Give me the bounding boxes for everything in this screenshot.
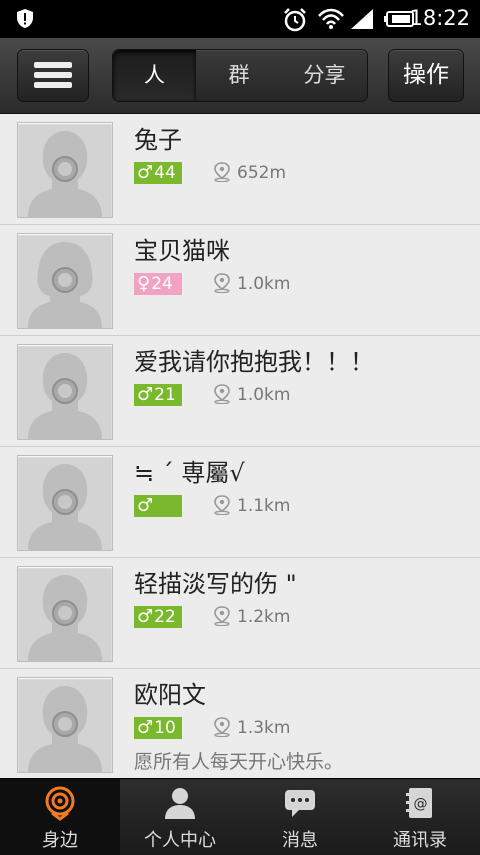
person-icon: [165, 788, 195, 819]
gender-age-badge: ♂: [134, 495, 182, 517]
nearby-people-list: 兔子 ♂44 652m 宝贝猫咪 ♀24 1.0km 爱我请你抱抱我！！！ ♂2…: [0, 114, 480, 778]
nearby-radar-icon: [45, 786, 75, 821]
age: 10: [154, 718, 176, 738]
distance: 1.2km: [213, 606, 290, 628]
svg-text:@: @: [414, 796, 428, 812]
location-pin-icon: [214, 384, 230, 404]
signal-icon: [351, 9, 373, 29]
location-pin-icon: [214, 495, 230, 515]
gender-age-badge: ♂21: [134, 384, 182, 406]
age: 24: [151, 274, 173, 294]
location-pin-icon: [214, 273, 230, 293]
male-icon: ♂: [137, 162, 154, 183]
bottom-nav: 身边 个人中心 消息 @ 通讯录: [0, 778, 480, 855]
male-avatar-placeholder-icon: [28, 353, 102, 439]
distance: 652m: [213, 162, 286, 184]
distance-value: 1.2km: [237, 607, 291, 627]
action-button[interactable]: 操作: [388, 49, 464, 102]
distance-value: 1.0km: [237, 274, 291, 294]
hamburger-menu-icon: [34, 62, 72, 68]
nav-label: 个人中心: [144, 830, 216, 851]
gender-age-badge: ♂22: [134, 606, 182, 628]
user-signature: 愿所有人每天开心快乐。: [134, 751, 344, 773]
gender-age-badge: ♀24: [134, 273, 182, 295]
distance-value: 1.1km: [237, 496, 291, 516]
list-item[interactable]: 爱我请你抱抱我！！！ ♂21 1.0km: [0, 336, 480, 447]
avatar: [17, 677, 113, 773]
distance: 1.0km: [213, 384, 290, 406]
nav-contacts[interactable]: @ 通讯录: [360, 779, 480, 855]
nav-nearby[interactable]: 身边: [0, 779, 120, 855]
user-name: 爱我请你抱抱我！！！: [134, 348, 374, 376]
location-pin-icon: [214, 162, 230, 182]
male-icon: ♂: [137, 384, 154, 405]
distance-value: 1.3km: [237, 718, 291, 738]
list-item[interactable]: 兔子 ♂44 652m: [0, 114, 480, 225]
status-bar: 18:22: [0, 0, 480, 38]
location-pin-icon: [214, 606, 230, 626]
list-item[interactable]: 欧阳文 ♂10 1.3km 愿所有人每天开心快乐。: [0, 669, 480, 778]
location-pin-icon: [214, 717, 230, 737]
avatar: [17, 233, 113, 329]
top-bar: 人 群 分享 操作: [0, 38, 480, 114]
male-avatar-placeholder-icon: [28, 575, 102, 661]
distance: 1.0km: [213, 273, 290, 295]
avatar: [17, 344, 113, 440]
tab-groups[interactable]: 群: [197, 50, 281, 101]
user-name: 宝贝猫咪: [134, 237, 230, 265]
address-book-icon: @: [406, 788, 432, 818]
user-name: 兔子: [134, 126, 182, 154]
hamburger-line: [34, 82, 72, 88]
menu-button[interactable]: [17, 49, 89, 102]
user-name: ≒ ˊ 専屬√: [134, 459, 245, 487]
nav-label: 消息: [282, 830, 318, 851]
list-item[interactable]: 轻描淡写的伤 " ♂22 1.2km: [0, 558, 480, 669]
male-avatar-placeholder-icon: [28, 686, 102, 772]
chat-bubble-icon: [285, 790, 315, 817]
distance-value: 1.0km: [237, 385, 291, 405]
male-icon: ♂: [137, 606, 154, 627]
age: 21: [154, 385, 176, 405]
female-avatar-placeholder-icon: [28, 242, 102, 328]
nav-label: 通讯录: [393, 830, 447, 851]
hamburger-line: [34, 72, 72, 78]
female-icon: ♀: [137, 273, 151, 294]
segmented-tabs: 人 群 分享: [112, 49, 368, 102]
gender-age-badge: ♂44: [134, 162, 182, 184]
nav-messages[interactable]: 消息: [240, 779, 360, 855]
gender-age-badge: ♂10: [134, 717, 182, 739]
distance-value: 652m: [237, 163, 287, 183]
user-name: 欧阳文: [134, 681, 206, 709]
male-avatar-placeholder-icon: [28, 131, 102, 217]
tab-people[interactable]: 人: [113, 50, 196, 101]
list-item[interactable]: ≒ ˊ 専屬√ ♂ 1.1km: [0, 447, 480, 558]
avatar: [17, 122, 113, 218]
male-icon: ♂: [137, 495, 154, 516]
male-avatar-placeholder-icon: [28, 464, 102, 550]
wifi-icon: [318, 8, 344, 29]
alarm-clock-icon: [284, 8, 306, 32]
avatar: [17, 566, 113, 662]
distance: 1.1km: [213, 495, 290, 517]
avatar: [17, 455, 113, 551]
tab-share[interactable]: 分享: [282, 50, 367, 101]
shield-icon: [17, 9, 33, 28]
male-icon: ♂: [137, 717, 154, 738]
nav-profile[interactable]: 个人中心: [120, 779, 240, 855]
age: 44: [154, 163, 176, 183]
user-name: 轻描淡写的伤 ": [134, 570, 297, 598]
status-time: 18:22: [409, 6, 470, 30]
list-item[interactable]: 宝贝猫咪 ♀24 1.0km: [0, 225, 480, 336]
nav-label: 身边: [42, 830, 78, 851]
distance: 1.3km: [213, 717, 290, 739]
age: 22: [154, 607, 176, 627]
